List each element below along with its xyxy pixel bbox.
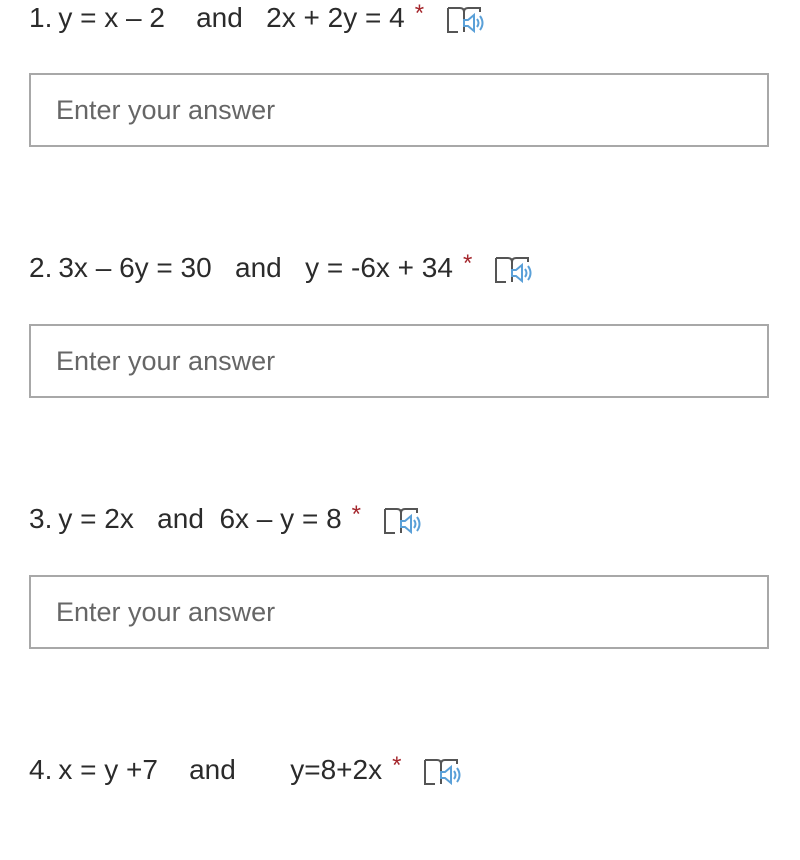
required-asterisk: * [462, 250, 473, 277]
question-number: 1. [29, 2, 53, 33]
immersive-reader-icon[interactable] [446, 0, 486, 36]
question-text: y = 2x and 6x – y = 8 [58, 503, 342, 534]
required-asterisk: * [351, 501, 361, 528]
question-title: 3. y = 2x and 6x – y = 8 * [29, 501, 423, 537]
question-number: 4. [29, 754, 53, 785]
immersive-reader-icon[interactable] [423, 752, 463, 788]
question-number: 2. [29, 252, 53, 283]
question-title: 4. x = y +7 and y=8+2x * [29, 752, 463, 788]
immersive-reader-icon[interactable] [494, 250, 534, 286]
answer-input[interactable] [29, 575, 769, 649]
answer-input[interactable] [29, 324, 769, 398]
question-title: 2. 3x – 6y = 30 and y = -6x + 34 * [29, 250, 534, 286]
answer-input[interactable] [29, 73, 769, 147]
question-number: 3. [29, 503, 53, 534]
required-asterisk: * [414, 0, 425, 27]
question-title: 1. y = x – 2 and 2x + 2y = 4 * [29, 0, 486, 36]
question-text: y = x – 2 and 2x + 2y = 4 [58, 2, 405, 33]
question-text: 3x – 6y = 30 and y = -6x + 34 [58, 252, 453, 283]
question-text: x = y +7 and y=8+2x [58, 754, 383, 785]
required-asterisk: * [392, 752, 402, 779]
immersive-reader-icon[interactable] [383, 501, 423, 537]
